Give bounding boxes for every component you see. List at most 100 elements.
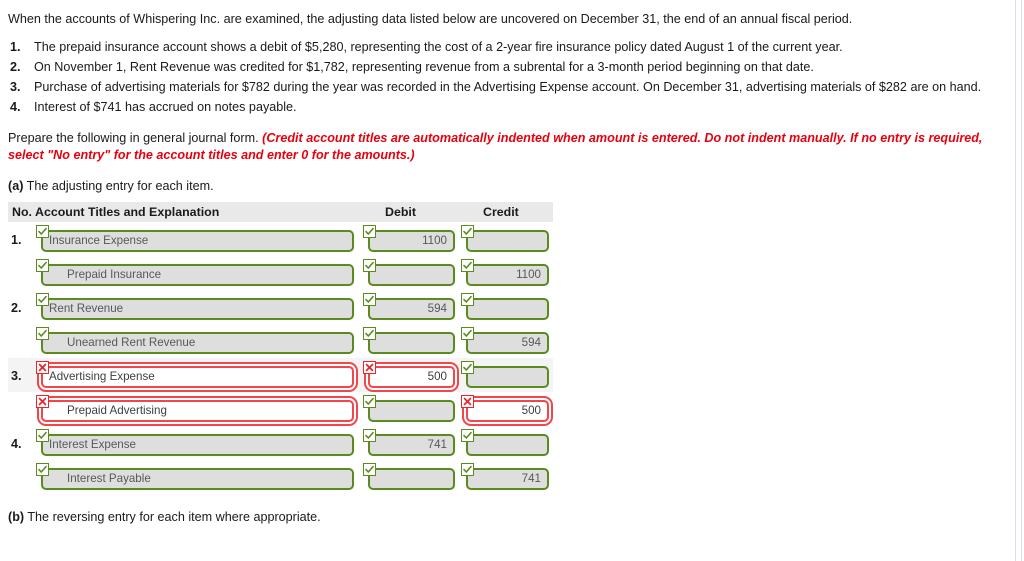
check-icon	[461, 360, 474, 374]
check-icon	[363, 292, 376, 306]
part-b-heading: (b) The reversing entry for each item wh…	[8, 510, 1014, 524]
check-icon	[461, 326, 474, 340]
credit-input[interactable]	[466, 433, 549, 456]
account-input[interactable]: Unearned Rent Revenue	[41, 331, 354, 354]
row-number: 3.	[11, 368, 22, 383]
debit-input[interactable]: 1100	[368, 229, 455, 252]
credit-input[interactable]: 500	[466, 399, 549, 422]
credit-input[interactable]	[466, 365, 549, 388]
journal-rows-container: 1. Insurance Expense 1100 Prepaid Insurance…	[8, 222, 553, 494]
check-icon	[36, 462, 49, 476]
debit-input[interactable]	[368, 399, 455, 422]
credit-field-cell: 594	[461, 326, 549, 354]
credit-input[interactable]: 1100	[466, 263, 549, 286]
part-a-heading: (a) The adjusting entry for each item.	[8, 179, 1014, 193]
credit-field-cell: 741	[461, 462, 549, 490]
row-number: 2.	[11, 300, 22, 315]
credit-input[interactable]	[466, 297, 549, 320]
instructions-paragraph: Prepare the following in general journal…	[8, 130, 1008, 164]
table-row: 3. Advertising Expense 500	[8, 357, 553, 392]
column-header-no: No.	[12, 204, 32, 219]
account-input[interactable]: Interest Expense	[41, 433, 354, 456]
column-header-debit: Debit	[385, 204, 416, 219]
column-header-credit: Credit	[483, 204, 519, 219]
check-icon	[363, 394, 376, 408]
list-item-text: Interest of $741 has accrued on notes pa…	[34, 100, 297, 115]
check-icon	[36, 292, 49, 306]
part-b-label: (b)	[8, 509, 25, 524]
adjusting-data-list: 1. The prepaid insurance account shows a …	[8, 39, 1014, 116]
debit-field-cell: 1100	[363, 224, 455, 252]
intro-paragraph: When the accounts of Whispering Inc. are…	[8, 12, 853, 26]
account-input[interactable]: Interest Payable	[41, 467, 354, 490]
debit-field-cell	[363, 394, 455, 422]
list-item-number: 2.	[10, 60, 21, 75]
debit-input[interactable]	[368, 467, 455, 490]
cross-icon	[36, 360, 49, 374]
account-field-cell: Interest Expense	[36, 428, 354, 456]
debit-input[interactable]	[368, 263, 455, 286]
part-b-text: The reversing entry for each item where …	[24, 509, 321, 524]
account-field-cell: Prepaid Insurance	[36, 258, 354, 286]
journal-entry-table: No. Account Titles and Explanation Debit…	[8, 201, 553, 494]
account-input[interactable]: Prepaid Advertising	[41, 399, 354, 422]
credit-input[interactable]	[466, 229, 549, 252]
account-field-cell: Prepaid Advertising	[36, 394, 354, 422]
account-field-cell: Insurance Expense	[36, 224, 354, 252]
list-item-text: Purchase of advertising materials for $7…	[34, 80, 982, 95]
account-input[interactable]: Insurance Expense	[41, 229, 354, 252]
account-field-cell: Advertising Expense	[36, 360, 354, 388]
column-header-account: Account Titles and Explanation	[35, 204, 220, 219]
table-row: Unearned Rent Revenue 594	[8, 324, 553, 358]
check-icon	[461, 292, 474, 306]
credit-field-cell	[461, 292, 549, 320]
account-input[interactable]: Prepaid Insurance	[41, 263, 354, 286]
debit-field-cell: 594	[363, 292, 455, 320]
page-outer-border	[1021, 0, 1022, 561]
part-a-text: The adjusting entry for each item.	[23, 178, 214, 193]
account-field-cell: Interest Payable	[36, 462, 354, 490]
table-row: Prepaid Insurance 1100	[8, 256, 553, 290]
account-field-cell: Unearned Rent Revenue	[36, 326, 354, 354]
list-item-number: 1.	[10, 40, 21, 54]
list-item-number: 3.	[10, 80, 21, 95]
table-row: Interest Payable 741	[8, 460, 553, 494]
credit-input[interactable]: 741	[466, 467, 549, 490]
check-icon	[36, 258, 49, 272]
journal-table-header: No. Account Titles and Explanation Debit…	[8, 201, 553, 222]
table-row: Prepaid Advertising 500	[8, 392, 553, 426]
account-input[interactable]: Rent Revenue	[41, 297, 354, 320]
debit-input[interactable]	[368, 331, 455, 354]
check-icon	[363, 224, 376, 238]
credit-field-cell: 500	[461, 394, 549, 422]
list-item: 4. Interest of $741 has accrued on notes …	[8, 99, 1008, 116]
check-icon	[36, 326, 49, 340]
check-icon	[461, 224, 474, 238]
debit-input[interactable]: 594	[368, 297, 455, 320]
debit-input[interactable]: 741	[368, 433, 455, 456]
check-icon	[36, 224, 49, 238]
list-item-number: 4.	[10, 100, 21, 115]
check-icon	[461, 428, 474, 442]
credit-field-cell	[461, 428, 549, 456]
credit-field-cell	[461, 360, 549, 388]
list-item-text: The prepaid insurance account shows a de…	[34, 40, 843, 54]
credit-input[interactable]: 594	[466, 331, 549, 354]
exercise-page: When the accounts of Whispering Inc. are…	[0, 0, 1022, 561]
cross-icon	[36, 394, 49, 408]
cross-icon	[363, 360, 376, 374]
cross-icon	[461, 394, 474, 408]
debit-field-cell	[363, 258, 455, 286]
check-icon	[461, 462, 474, 476]
check-icon	[363, 326, 376, 340]
debit-field-cell: 741	[363, 428, 455, 456]
debit-input[interactable]: 500	[368, 365, 455, 388]
account-input[interactable]: Advertising Expense	[41, 365, 354, 388]
check-icon	[36, 428, 49, 442]
check-icon	[363, 258, 376, 272]
check-icon	[363, 462, 376, 476]
part-a-label: (a)	[8, 178, 24, 193]
page-right-border	[1015, 0, 1016, 561]
table-row: 4. Interest Expense 741	[8, 426, 553, 460]
table-row: 1. Insurance Expense 1100	[8, 222, 553, 256]
